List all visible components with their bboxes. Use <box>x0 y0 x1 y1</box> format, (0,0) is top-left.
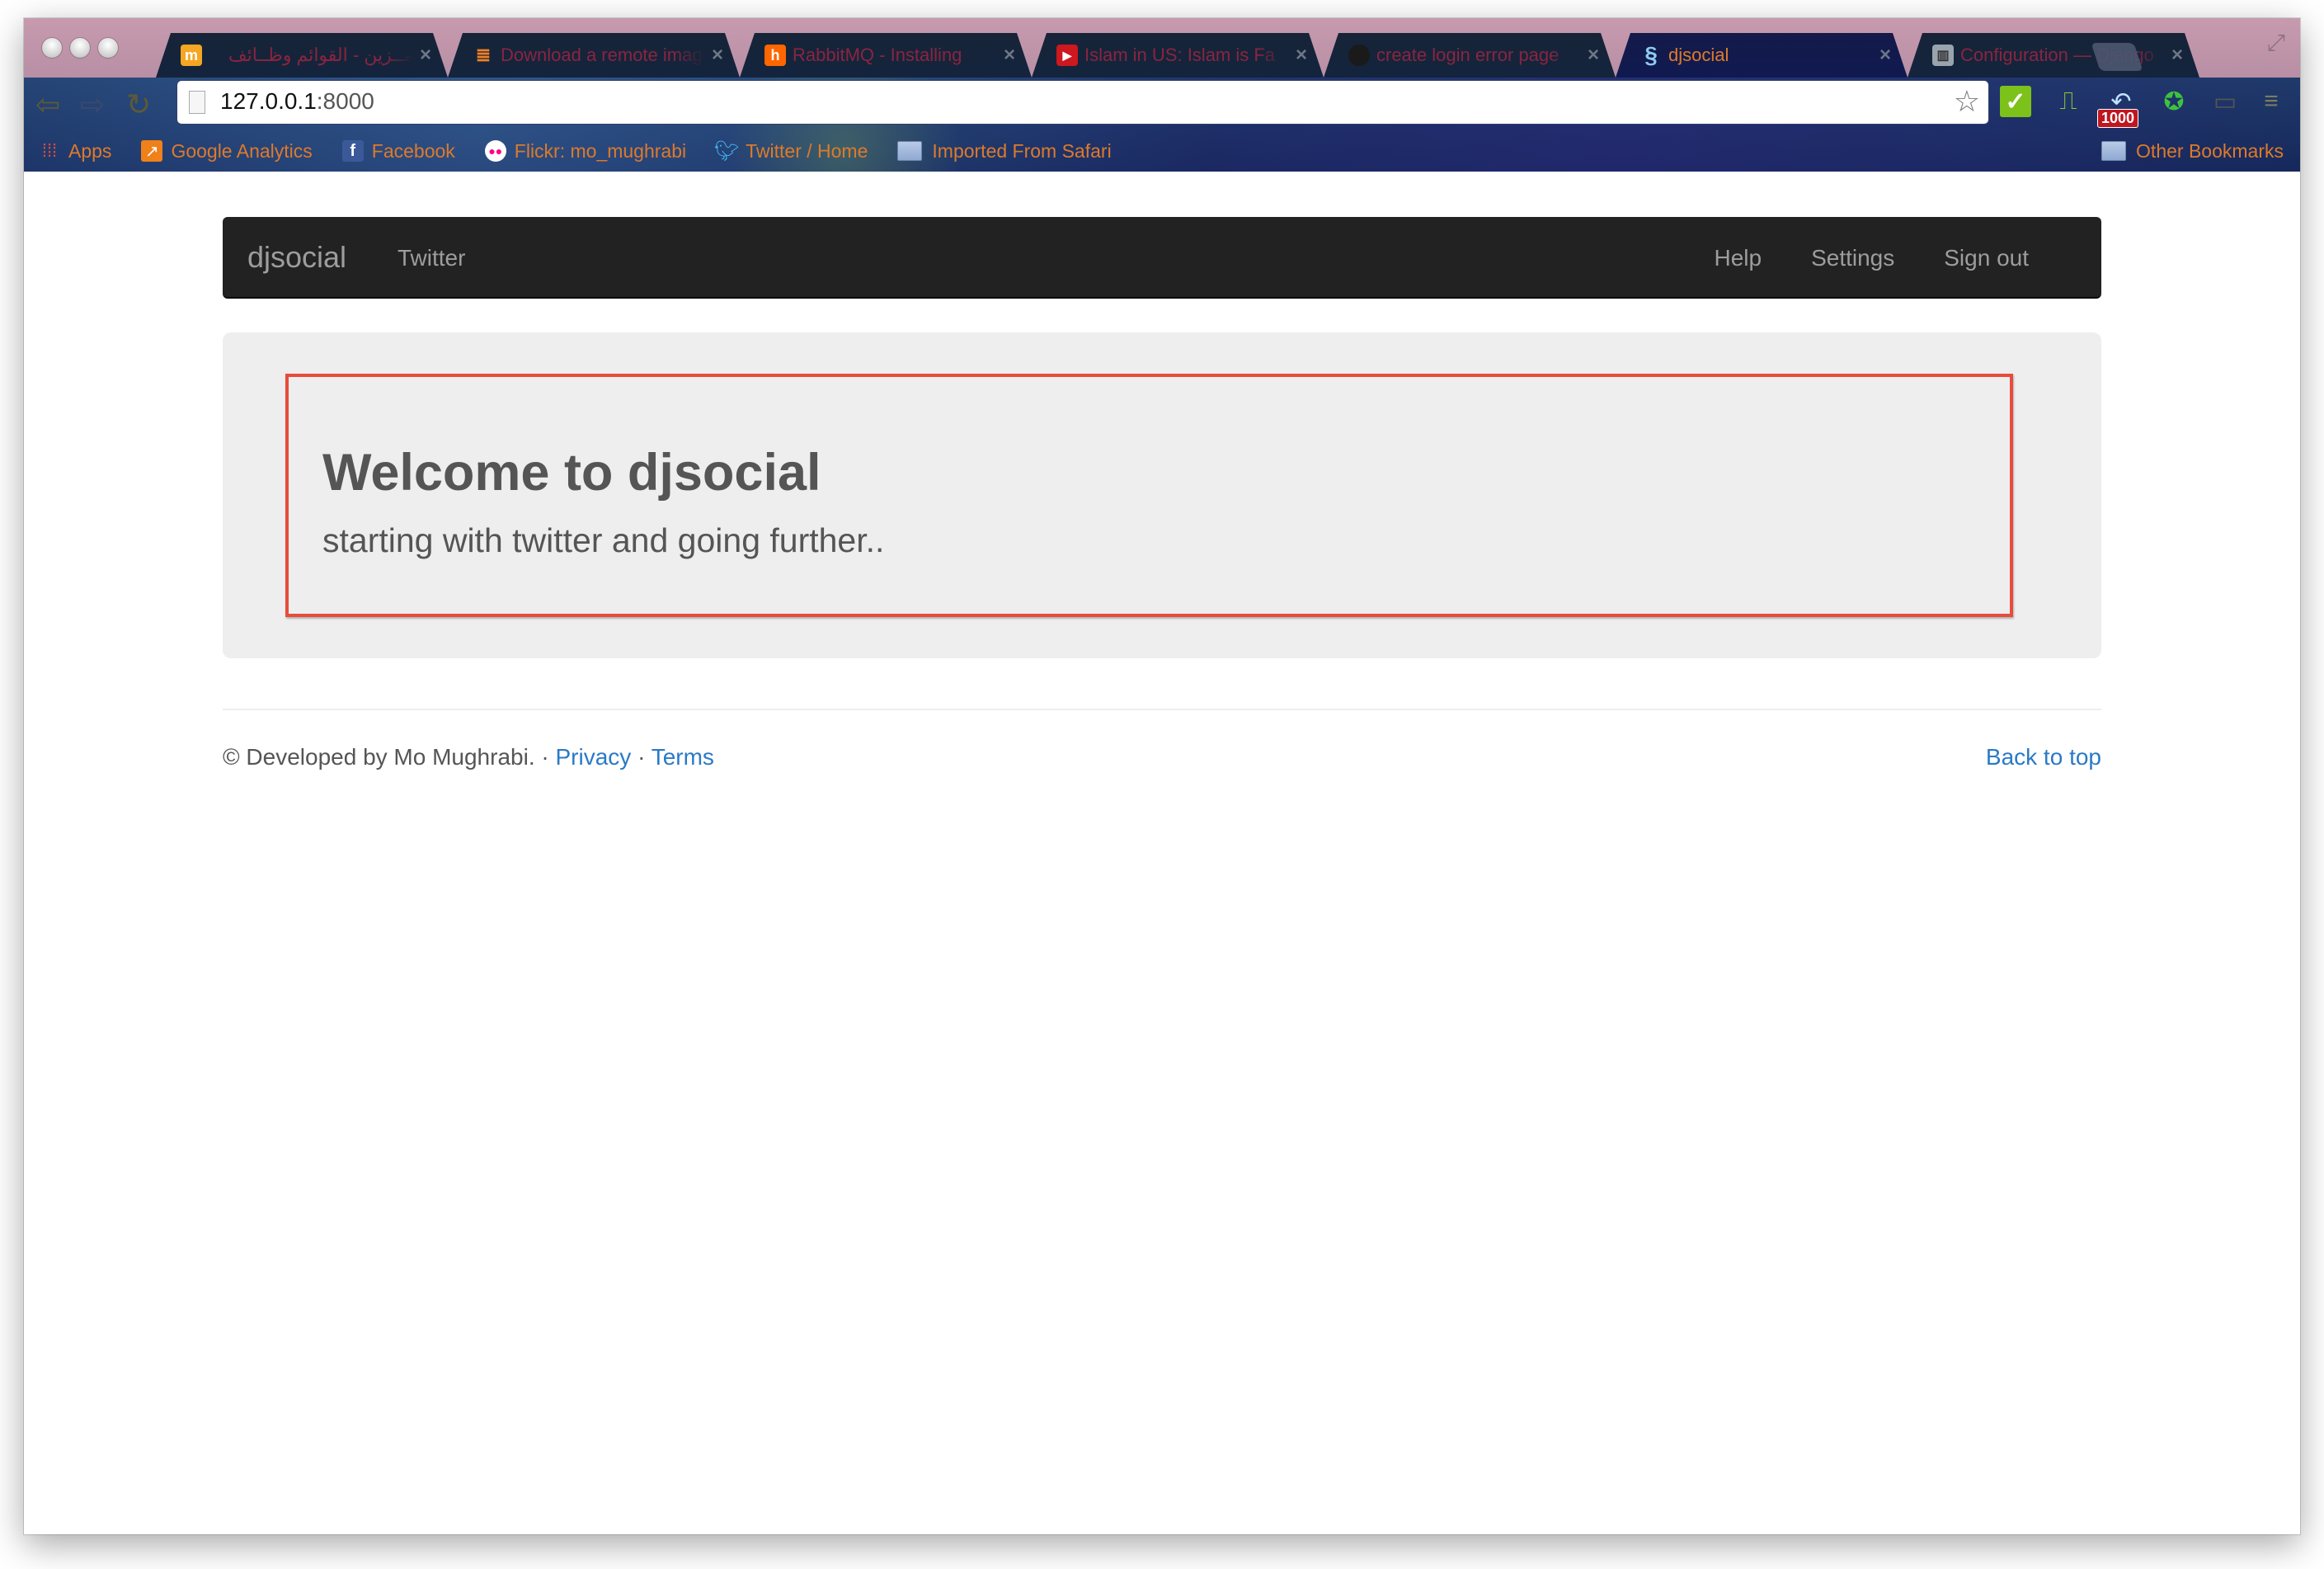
bookmark-imported-from-safari[interactable]: Imported From Safari <box>897 139 1112 163</box>
url-text[interactable]: 127.0.0.1:8000 <box>220 88 374 115</box>
bookmark-google-analytics[interactable]: ↗ Google Analytics <box>141 139 313 163</box>
window-controls <box>42 38 118 58</box>
tab-rabbitmq[interactable]: h RabbitMQ - Installing × <box>740 33 1032 78</box>
zoom-window-button[interactable] <box>98 38 118 58</box>
bookmark-twitter[interactable]: 🐦︎ Twitter / Home <box>713 139 868 163</box>
docs-icon: ▥ <box>1932 45 1954 66</box>
browser-window: m مــزين - القوائم وظــائف × ≣ Download … <box>24 18 2300 1534</box>
bookmark-flickr[interactable]: ●● Flickr: mo_mughrabi <box>484 139 687 163</box>
tab-title: مــزين - القوائم وظــائف <box>228 45 413 65</box>
close-tab-icon[interactable]: × <box>420 44 431 67</box>
back-icon[interactable]: ⇦ <box>35 87 60 122</box>
other-bookmarks-label: Other Bookmarks <box>2136 139 2284 162</box>
forward-icon[interactable]: ⇨ <box>80 87 105 122</box>
close-tab-icon[interactable]: × <box>2171 44 2183 67</box>
twitter-icon: 🐦︎ <box>713 139 740 163</box>
bookmark-label: Twitter / Home <box>746 139 868 162</box>
tab-djsocial[interactable]: § djsocial × <box>1616 33 1908 78</box>
bookmark-label: Imported From Safari <box>932 139 1112 162</box>
tab-title: djsocial <box>1668 45 1729 65</box>
mezzin-icon: m <box>181 45 202 66</box>
analytics-icon: ↗ <box>141 140 163 162</box>
browser-frame: m مــزين - القوائم وظــائف × ≣ Download … <box>24 18 2300 172</box>
url-host: 127.0.0.1 <box>220 88 317 114</box>
bookmark-label: Facebook <box>371 139 455 162</box>
back-to-top-link[interactable]: Back to top <box>1986 744 2101 770</box>
separator: · <box>631 744 652 770</box>
fullscreen-icon[interactable]: ⤢ <box>2267 30 2285 57</box>
close-tab-icon[interactable]: × <box>1588 44 1599 67</box>
apps-grid-icon: ⁞⁞⁞ <box>41 140 58 161</box>
flickr-icon: ●● <box>484 140 506 162</box>
nav-link-help[interactable]: Help <box>1714 245 1762 271</box>
terms-link[interactable]: Terms <box>652 744 714 770</box>
close-tab-icon[interactable]: × <box>1004 44 1015 67</box>
tab-django-configuration[interactable]: ▥ Configuration — Django × <box>1908 33 2199 78</box>
tab-download-remote-image[interactable]: ≣ Download a remote image × <box>448 33 740 78</box>
close-tab-icon[interactable]: × <box>1879 44 1891 67</box>
tab-strip: m مــزين - القوائم وظــائف × ≣ Download … <box>24 18 2300 78</box>
nav-link-sign-out[interactable]: Sign out <box>1944 245 2029 271</box>
separator: · <box>534 744 556 770</box>
checkmark-extension-icon[interactable]: ✓ <box>2000 86 2031 117</box>
tab-github[interactable]: create login error page × <box>1324 33 1616 78</box>
rabbitmq-icon: h <box>764 45 786 66</box>
github-icon <box>1348 45 1370 66</box>
close-window-button[interactable] <box>42 38 62 58</box>
site-navbar: djsocial Twitter Help Settings Sign out <box>223 217 2101 299</box>
close-tab-icon[interactable]: × <box>712 44 723 67</box>
folder-icon <box>897 141 923 161</box>
cast-icon[interactable]: ▭ <box>2209 86 2241 117</box>
tab-title: Download a remote image <box>501 45 705 65</box>
tagline: starting with twitter and going further.… <box>322 521 885 559</box>
facebook-icon: f <box>341 140 364 162</box>
tab-title: Islam in US: Islam is Fa <box>1084 45 1276 65</box>
extension-badge: 1000 <box>2097 109 2139 128</box>
other-bookmarks[interactable]: Other Bookmarks <box>2101 130 2284 172</box>
reload-icon[interactable]: ↻ <box>126 87 151 122</box>
url-port: :8000 <box>316 88 374 114</box>
page-icon <box>189 91 205 114</box>
bookmark-facebook[interactable]: f Facebook <box>341 139 455 163</box>
tab-title: RabbitMQ - Installing <box>793 45 962 65</box>
close-tab-icon[interactable]: × <box>1296 44 1307 67</box>
tabs: m مــزين - القوائم وظــائف × ≣ Download … <box>156 33 2199 78</box>
folder-icon <box>2101 141 2127 161</box>
bookmark-star-icon[interactable]: ☆ <box>1954 84 1980 119</box>
nav-link-settings[interactable]: Settings <box>1811 245 1894 271</box>
django-snake-icon: § <box>1644 42 1658 68</box>
nav-link-twitter[interactable]: Twitter <box>398 245 465 271</box>
page-content: djsocial Twitter Help Settings Sign out … <box>24 172 2300 1534</box>
tab-youtube[interactable]: ▶ Islam in US: Islam is Fa × <box>1032 33 1324 78</box>
bookmark-label: Apps <box>68 139 112 162</box>
tab-title: create login error page <box>1376 45 1560 65</box>
youtube-icon: ▶ <box>1056 45 1078 66</box>
brand-link[interactable]: djsocial <box>247 240 346 275</box>
bookmarks-bar: ⁞⁞⁞ Apps ↗ Google Analytics f Facebook ●… <box>24 130 2300 172</box>
new-tab-button[interactable] <box>2091 43 2143 71</box>
address-bar[interactable]: 127.0.0.1:8000 ☆ <box>177 81 1988 124</box>
highlight-box: Welcome to djsocial starting with twitte… <box>285 374 2013 617</box>
footer-credit: © Developed by Mo Mughrabi. · Privacy · … <box>223 744 714 770</box>
credit-text: © Developed by Mo Mughrabi. <box>223 744 535 770</box>
menu-icon[interactable]: ≡ <box>2256 86 2287 117</box>
footer-divider <box>223 709 2101 710</box>
jumbotron: Welcome to djsocial starting with twitte… <box>223 332 2101 658</box>
welcome-heading: Welcome to djsocial <box>322 444 821 502</box>
clamp-extension-icon[interactable]: ⎍ <box>2053 86 2084 117</box>
bookmark-apps[interactable]: ⁞⁞⁞ Apps <box>39 139 112 163</box>
nav-right: Help Settings Sign out <box>1714 245 2029 271</box>
bookmark-label: Google Analytics <box>171 139 313 162</box>
minimize-window-button[interactable] <box>70 38 90 58</box>
tab-mezzin[interactable]: m مــزين - القوائم وظــائف × <box>156 33 448 78</box>
privacy-link[interactable]: Privacy <box>556 744 632 770</box>
turtle-extension-icon[interactable]: ✪ <box>2158 86 2190 117</box>
stackoverflow-icon: ≣ <box>475 45 492 65</box>
bookmark-label: Flickr: mo_mughrabi <box>514 139 687 162</box>
